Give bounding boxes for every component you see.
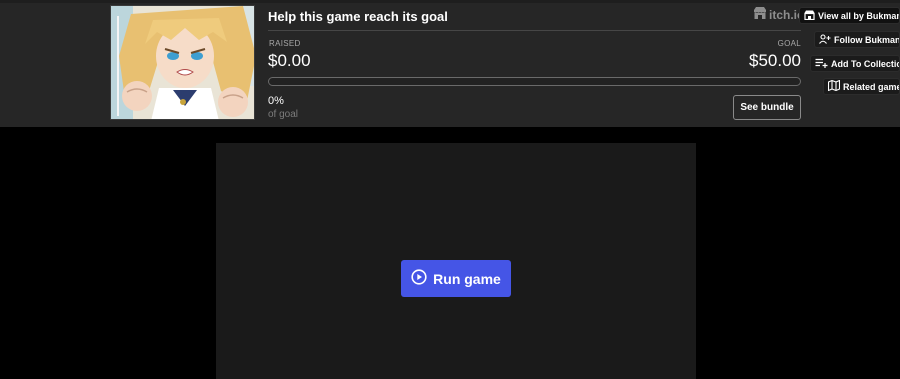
- play-circle-icon: [411, 269, 427, 288]
- view-all-label: View all by Bukmand: [818, 10, 900, 21]
- map-icon: [827, 79, 841, 93]
- playlist-add-icon: [815, 58, 828, 70]
- raised-amount: $0.00: [268, 51, 311, 70]
- goal-progress-bar: [268, 77, 801, 86]
- goal-label: GOAL: [777, 39, 801, 48]
- add-to-collection-button[interactable]: Add To Collection: [810, 55, 900, 72]
- itch-io-logo[interactable]: itch.io: [753, 7, 804, 22]
- run-game-button[interactable]: Run game: [401, 260, 511, 297]
- goal-percent-caption: of goal: [268, 109, 299, 120]
- add-to-collection-label: Add To Collection: [831, 58, 900, 69]
- goal-divider: [268, 30, 801, 31]
- related-games-button[interactable]: Related games: [823, 78, 900, 95]
- user-plus-icon: [819, 33, 831, 46]
- see-bundle-button[interactable]: See bundle: [733, 95, 801, 120]
- goal-amount: $50.00: [749, 51, 801, 70]
- related-games-label: Related games: [843, 81, 899, 92]
- goal-title: Help this game reach its goal: [268, 9, 448, 24]
- game-cover-image[interactable]: [110, 5, 255, 120]
- view-all-by-author-button[interactable]: View all by Bukmand: [799, 7, 900, 24]
- follow-label: Follow Bukmand: [834, 34, 900, 45]
- follow-author-button[interactable]: Follow Bukmand: [814, 31, 900, 48]
- raised-label: RAISED: [269, 39, 301, 48]
- itch-io-icon: [753, 7, 767, 22]
- run-game-label: Run game: [433, 270, 501, 287]
- goal-percent: 0%: [268, 95, 284, 107]
- storefront-icon: [804, 10, 815, 22]
